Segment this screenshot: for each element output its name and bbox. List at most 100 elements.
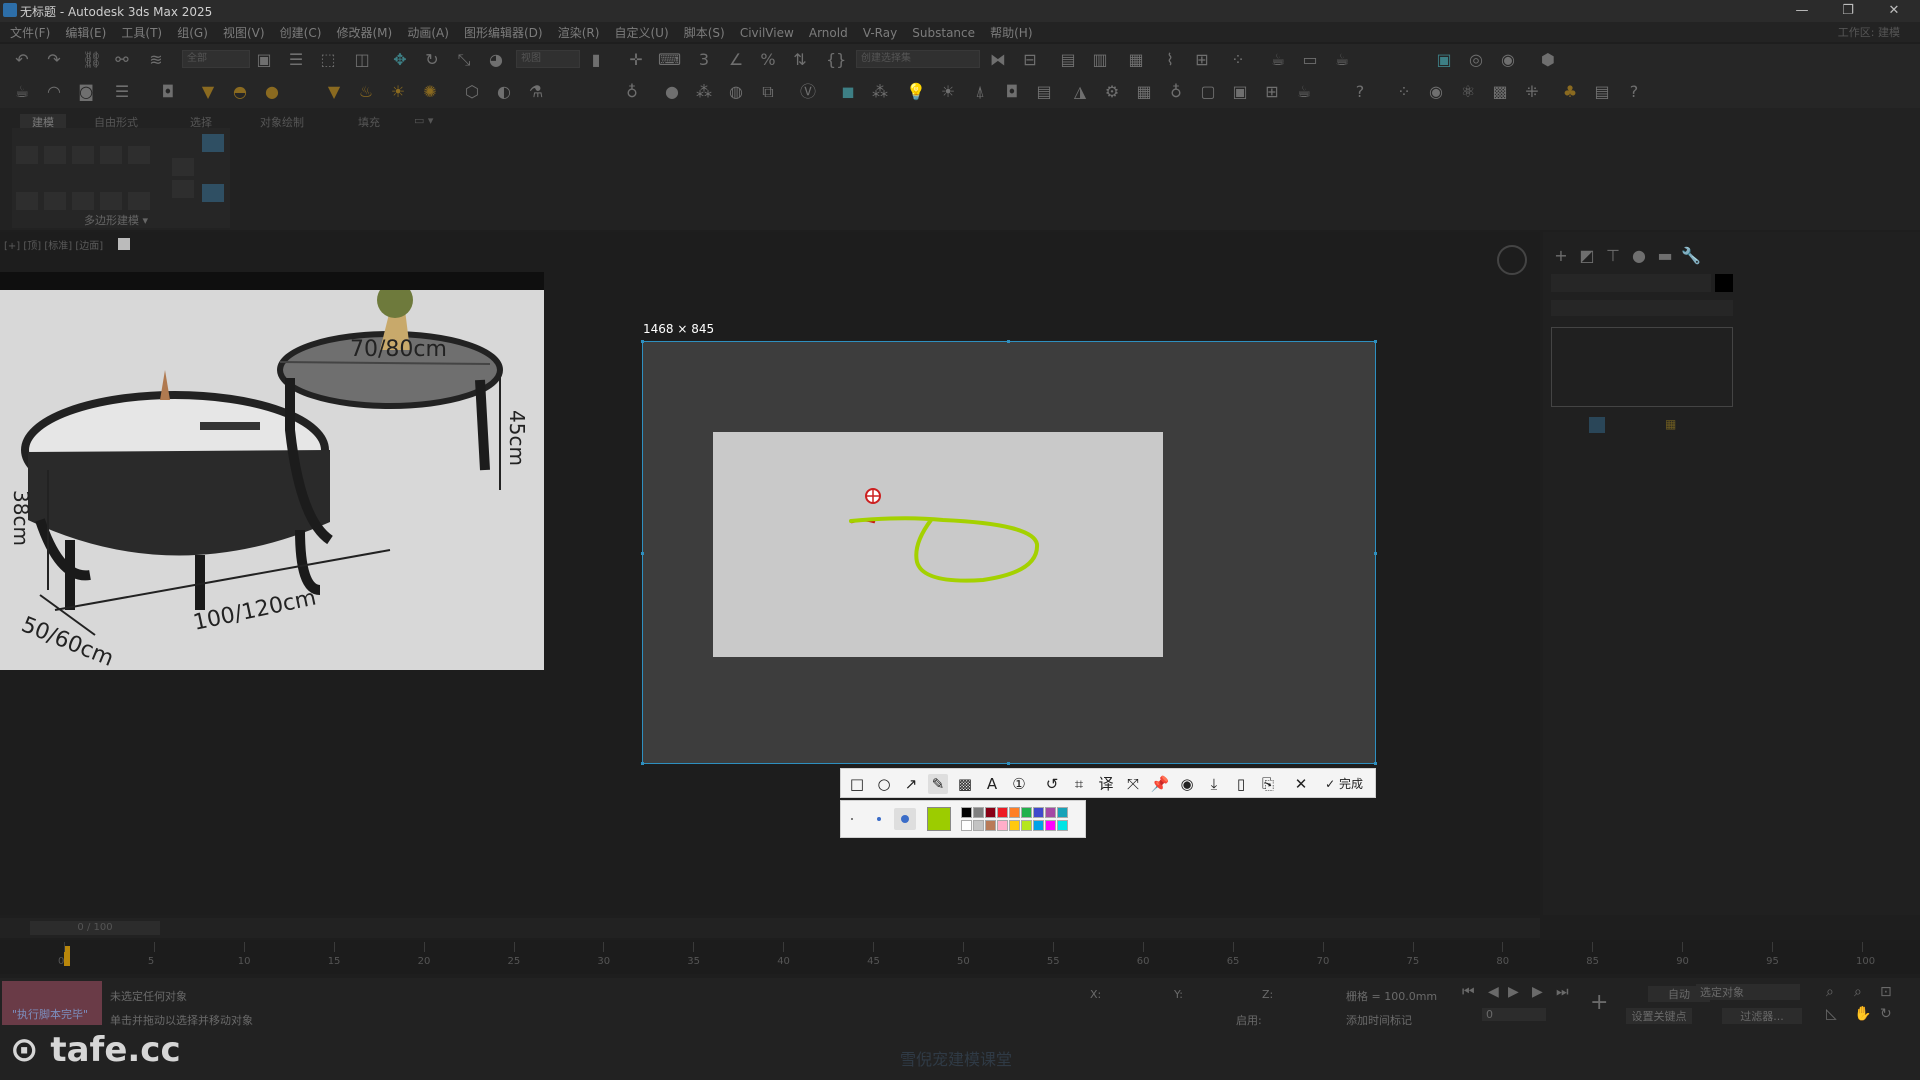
field-of-view-icon[interactable]: ◺ (1826, 1006, 1837, 1022)
ribbon-button[interactable] (72, 192, 94, 210)
color-swatch[interactable] (1045, 820, 1056, 831)
ribbon-options-icon[interactable]: ▭ ▾ (414, 114, 433, 127)
menu-create[interactable]: 创建(C) (280, 23, 322, 43)
dome-light-icon[interactable]: ◠ (44, 82, 64, 102)
tree-gold-icon[interactable]: ♣ (1560, 82, 1580, 102)
ribbon-button[interactable] (44, 192, 66, 210)
color-swatch[interactable] (973, 820, 984, 831)
set-key-button[interactable]: 设置关键点 (1626, 1008, 1692, 1024)
color-swatch[interactable] (973, 807, 984, 818)
goto-start-icon[interactable]: ⏮ (1462, 984, 1475, 1000)
color-swatch[interactable] (985, 807, 996, 818)
select-object-icon[interactable]: ▣ (254, 50, 274, 70)
checker-icon[interactable]: ▩ (1490, 82, 1510, 102)
keyboard-shortcut-icon[interactable]: ⌨ (658, 50, 681, 70)
close-button[interactable]: ✕ (1872, 0, 1916, 22)
next-frame-icon[interactable]: ▶ (1532, 984, 1543, 1000)
drawing-canvas[interactable] (713, 432, 1163, 657)
set-key-icon[interactable]: + (1590, 990, 1608, 1015)
list-icon[interactable]: ☰ (112, 82, 132, 102)
ribbon-button[interactable] (100, 192, 122, 210)
menu-substance[interactable]: Substance (912, 23, 975, 43)
ribbon-button[interactable] (172, 180, 194, 198)
key-filters-button[interactable]: 过滤器... (1722, 1008, 1802, 1024)
vray-sphere-light-icon[interactable]: ● (262, 82, 282, 102)
vray-camera-icon[interactable]: ◘ (158, 82, 178, 102)
region-icon[interactable]: ▣ (1230, 82, 1250, 102)
brush-size-medium[interactable] (877, 817, 881, 821)
color-swatch[interactable] (997, 820, 1008, 831)
ribbon-button[interactable] (16, 146, 38, 164)
resize-handle[interactable] (641, 340, 644, 343)
zoom-icon[interactable]: ⌕ (1826, 984, 1834, 1000)
modifier-stack[interactable] (1551, 327, 1733, 407)
ribbon-button[interactable] (16, 192, 38, 210)
color-swatch[interactable] (1021, 820, 1032, 831)
vfb-icon[interactable]: ▢ (1198, 82, 1218, 102)
time-slider[interactable]: 0 / 100 (0, 918, 1540, 938)
resize-handle[interactable] (1374, 552, 1377, 555)
utilities-tab-icon[interactable]: 🔧 (1681, 246, 1701, 266)
color-swatch[interactable] (1057, 820, 1068, 831)
help-circle-icon[interactable]: ? (1624, 82, 1644, 102)
viewcube-icon[interactable] (1497, 245, 1527, 275)
viewport-label[interactable]: [+] [顶] [标准] [边面] (4, 237, 103, 252)
pencil-icon[interactable]: ✎ (928, 774, 948, 794)
hierarchy-tab-icon[interactable]: ⊤ (1603, 246, 1623, 266)
rectangle-icon[interactable]: □ (847, 774, 867, 794)
current-frame-field[interactable]: 0 (1482, 1008, 1546, 1021)
lens-icon[interactable]: ◮ (1070, 82, 1090, 102)
render-setup-icon[interactable]: ☕ (1268, 50, 1288, 70)
ribbon-panel-label[interactable]: 多边形建模 ▾ (84, 212, 148, 228)
substance-icon[interactable]: ⬢ (1538, 50, 1558, 70)
schematic-view-icon[interactable]: ⊞ (1192, 50, 1212, 70)
pin-stack-icon[interactable] (1589, 417, 1605, 433)
vray-spot-icon[interactable]: ▼ (324, 82, 344, 102)
ribbon-button[interactable] (100, 146, 122, 164)
vray-proxy-icon[interactable]: ⬡ (462, 82, 482, 102)
number-marker-icon[interactable]: ① (1009, 774, 1029, 794)
brush-size-small[interactable] (851, 818, 853, 820)
resize-handle[interactable] (1007, 762, 1010, 765)
object-color-swatch[interactable] (1715, 274, 1733, 292)
ribbon-button[interactable] (128, 192, 150, 210)
create-tab-icon[interactable]: + (1551, 246, 1571, 266)
menu-graph-editors[interactable]: 图形编辑器(D) (464, 23, 543, 43)
vray-scatter-icon[interactable]: ⁂ (694, 82, 714, 102)
object-name-field[interactable] (1551, 274, 1711, 292)
color-swatch[interactable] (985, 820, 996, 831)
align-icon[interactable]: ⊟ (1020, 50, 1040, 70)
reference-coordinate-dropdown[interactable]: 视图 (516, 50, 580, 68)
rendered-frame-icon[interactable]: ▭ (1300, 50, 1320, 70)
scatter-points-icon[interactable]: ⁘ (1394, 82, 1414, 102)
color-swatch[interactable] (1045, 807, 1056, 818)
menu-tools[interactable]: 工具(T) (121, 23, 162, 43)
modify-tab-icon[interactable]: ◩ (1577, 246, 1597, 266)
color-swatch[interactable] (1057, 807, 1068, 818)
ribbon-button[interactable] (202, 184, 224, 202)
configure-sets-icon[interactable]: ▦ (1665, 417, 1679, 431)
vray-frame-buffer-icon[interactable]: ◉ (1498, 50, 1518, 70)
play-icon[interactable]: ▶ (1508, 984, 1519, 1000)
molecule-icon[interactable]: ⚛ (1458, 82, 1478, 102)
undo-icon[interactable]: ↺ (1042, 774, 1062, 794)
spinner-snap-icon[interactable]: ⇅ (790, 50, 810, 70)
brush-size-large[interactable] (894, 808, 916, 830)
move-icon[interactable]: ✥ (390, 50, 410, 70)
render-cam-icon[interactable]: ◼ (838, 82, 858, 102)
menu-animation[interactable]: 动画(A) (407, 23, 449, 43)
menu-rendering[interactable]: 渲染(R) (558, 23, 600, 43)
translate-icon[interactable]: 译 (1096, 774, 1116, 794)
ribbon-button[interactable] (72, 146, 94, 164)
render-icon[interactable]: ☕ (1332, 50, 1352, 70)
prev-frame-icon[interactable]: ◀ (1488, 984, 1499, 1000)
color-swatch[interactable] (961, 807, 972, 818)
vray-palette-icon[interactable]: ◍ (726, 82, 746, 102)
menu-help[interactable]: 帮助(H) (990, 23, 1032, 43)
place-icon[interactable]: ◕ (486, 50, 506, 70)
eye-icon[interactable]: ◉ (1426, 82, 1446, 102)
transform-icon[interactable]: ⁜ (1522, 82, 1542, 102)
ribbon-tab-object-paint[interactable]: 对象绘制 (260, 114, 304, 130)
ribbon-button[interactable] (44, 146, 66, 164)
vray-sphere-icon[interactable]: ● (662, 82, 682, 102)
